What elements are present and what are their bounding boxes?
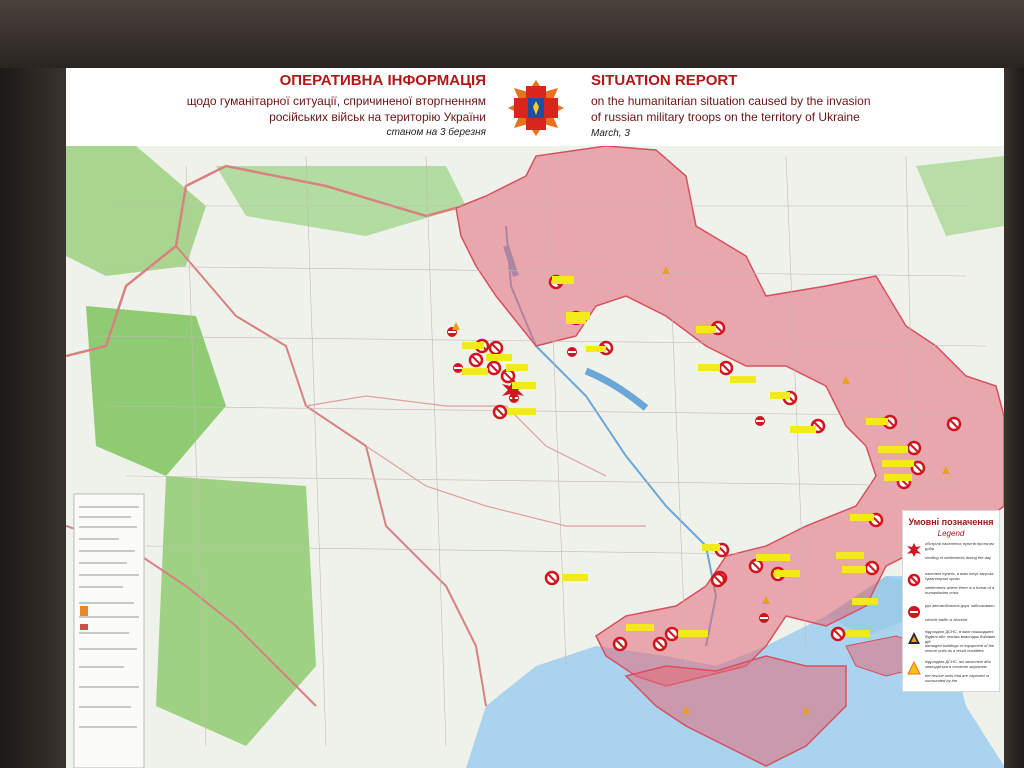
ua-subtitle-line-1: щодо гуманітарної ситуації, спричиненої … <box>186 94 486 108</box>
legend-item-rescue-units: підрозділи ДСНС, які захоплені або знахо… <box>907 659 997 699</box>
legend-ua-shelling: обстріли населених пунктів протягом доби <box>925 541 994 551</box>
dsns-emblem-icon <box>508 80 564 136</box>
legend-subtitle: Legend <box>937 529 965 538</box>
monitor-bezel-right <box>1004 68 1024 768</box>
crisis-marker-kherson-3 <box>664 626 680 642</box>
map-inset-legend <box>73 493 145 768</box>
en-title: SITUATION REPORT <box>591 72 738 89</box>
humanitarian-crisis-icon <box>907 573 921 587</box>
legend-ua-damaged: підрозділи ДСНС, в яких пошкоджені будів… <box>925 629 996 644</box>
legend-en-humanitarian: settlements where there is a threat of a… <box>925 585 995 595</box>
monitor-bezel-left <box>0 68 66 768</box>
en-subtitle-line-2: of russian military troops on the territ… <box>591 110 860 124</box>
legend-ua-rescue-units: підрозділи ДСНС, які захоплені або знахо… <box>925 659 991 669</box>
damaged-building-icon <box>908 632 920 644</box>
crisis-marker-kyiv-4 <box>486 360 502 376</box>
traffic-marker-poltava <box>755 416 765 426</box>
ua-title: ОПЕРАТИВНА ІНФОРМАЦІЯ <box>279 72 486 89</box>
ukraine-map <box>66 146 1004 768</box>
crisis-marker-kyiv-6 <box>492 404 508 420</box>
map-legend: Умовні позначення Legend обстріли населе… <box>902 510 1000 692</box>
traffic-marker-kyiv-1 <box>453 363 463 373</box>
crisis-marker-mariupol <box>830 626 846 642</box>
shelling-burst-icon <box>907 543 921 557</box>
ua-subtitle-line-2: російських військ на територію України <box>269 110 486 124</box>
legend-en-damaged: damaged buildings or equipment of the re… <box>925 643 995 653</box>
en-subtitle-line-1: on the humanitarian situation caused by … <box>591 94 871 108</box>
crisis-marker-melitopol <box>710 572 726 588</box>
report-header: ОПЕРАТИВНА ІНФОРМАЦІЯ щодо гуманітарної … <box>66 68 1004 146</box>
legend-ua-traffic: рух автомобільних доріг заблоковано <box>925 603 995 608</box>
crisis-marker-volnovakha <box>864 560 880 576</box>
traffic-blocked-icon <box>908 606 920 618</box>
crisis-marker-kyiv-5 <box>500 368 516 384</box>
crisis-marker-mykolaiv <box>544 570 560 586</box>
crisis-marker-luhansk <box>946 416 962 432</box>
crisis-marker-kherson-1 <box>612 636 628 652</box>
ua-date: станом на 3 березня <box>386 127 486 138</box>
crisis-marker-kyiv-2 <box>488 340 504 356</box>
crisis-marker-kherson-2 <box>652 636 668 652</box>
legend-en-rescue-units: the rescue units that are captured or su… <box>925 673 990 683</box>
traffic-marker-kherson <box>759 613 769 623</box>
en-date: March, 3 <box>591 128 630 139</box>
legend-en-shelling: shelling of settlements during the day <box>925 555 992 560</box>
crisis-marker-okhtyrka <box>718 360 734 376</box>
crisis-marker-zaporizhzhia-2 <box>748 558 764 574</box>
situation-map-screen: ОПЕРАТИВНА ІНФОРМАЦІЯ щодо гуманітарної … <box>66 68 1004 768</box>
legend-en-traffic: vehicle traffic is blocked <box>925 617 968 622</box>
monitor-bezel-top <box>0 0 1024 68</box>
rescue-unit-warning-icon <box>907 661 921 675</box>
crisis-marker-kyiv-3 <box>468 352 484 368</box>
legend-title: Умовні позначення <box>908 517 994 527</box>
crisis-marker-donbas-1 <box>906 440 922 456</box>
traffic-marker-chernihiv <box>567 347 577 357</box>
legend-ua-humanitarian: населені пункти, в яких існує загроза гу… <box>925 571 994 581</box>
